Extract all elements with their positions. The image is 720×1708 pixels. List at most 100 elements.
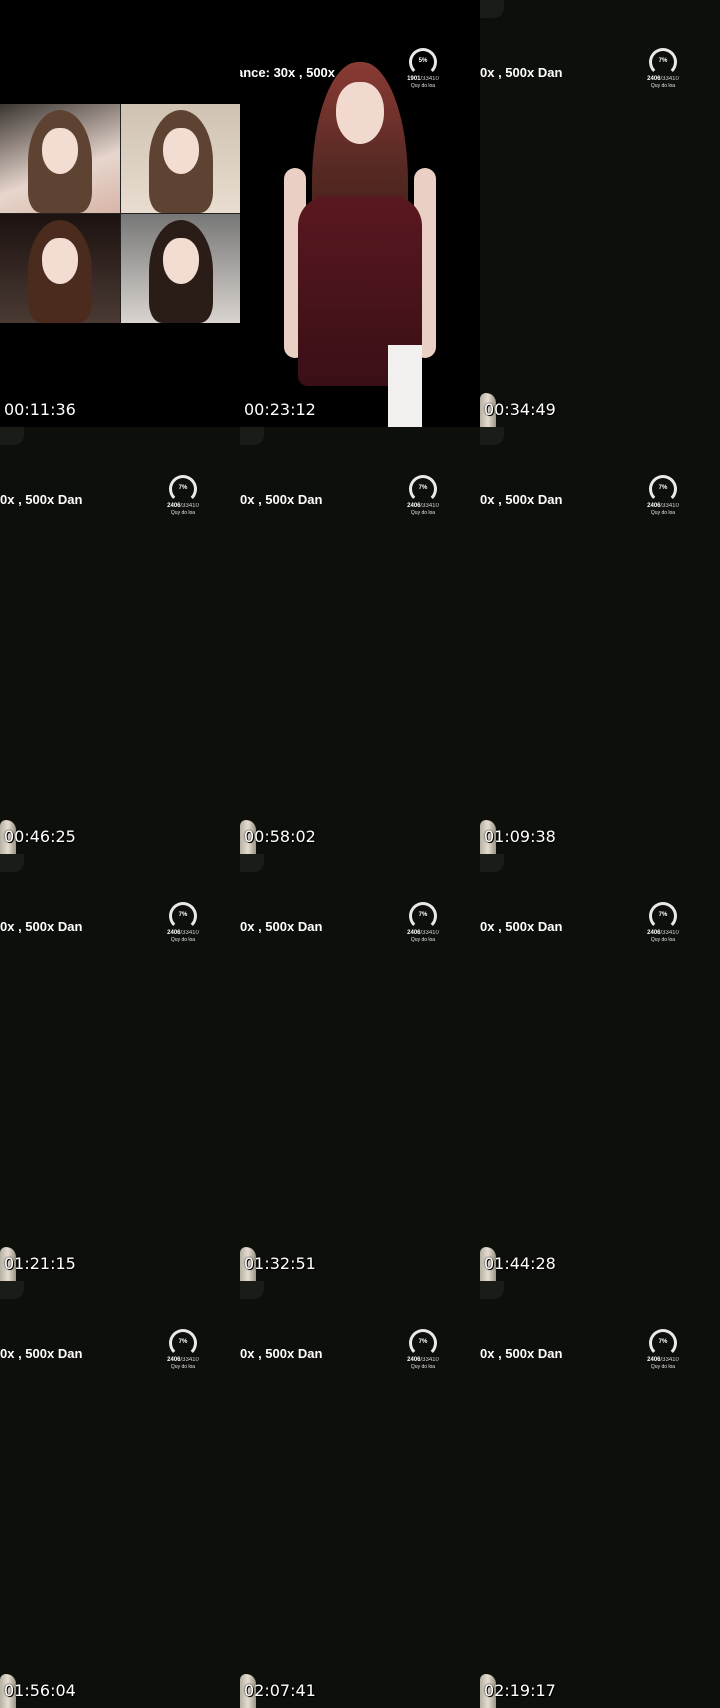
gauge-count-value: 2406 (167, 930, 181, 936)
scrolling-banner-text: 0x , 500x Dan (480, 1346, 563, 1361)
gauge-percent: 5% (418, 58, 428, 64)
scrolling-banner-text: 0x , 500x Dan (0, 919, 83, 934)
frame-timestamp: 02:19:17 (484, 1681, 556, 1700)
gauge-label: Quy do loa (410, 1364, 436, 1370)
gauge-label: Quy do loa (410, 937, 436, 943)
goal-gauge: 7% 2406/33410 Quy do loa (400, 475, 446, 519)
gauge-count-total: /33410 (660, 76, 679, 82)
goal-gauge: 5% 1901/33410 Quy do loa (400, 48, 446, 92)
video-frame-thumbnail[interactable]: 00:11:36 (0, 0, 240, 427)
scrolling-banner-text: 0x , 500x Dan (480, 919, 563, 934)
gauge-count-total: /33410 (180, 503, 199, 509)
gauge-label: Quy do loa (650, 937, 676, 943)
gauge-count: 2406/33410 (160, 930, 206, 937)
gauge-count-total: /33410 (180, 930, 199, 936)
background-shadow (480, 427, 504, 445)
gauge-percent: 7% (658, 1339, 668, 1345)
video-frame-thumbnail[interactable]: 0x , 500x Dan 7% 2406/33410 Quy do loa 01:32… (240, 854, 480, 1281)
gauge-count-total: /33410 (660, 1357, 679, 1363)
gauge-count-value: 2406 (167, 1357, 181, 1363)
gauge-percent: 7% (418, 485, 428, 491)
gauge-ring-icon: 7% (169, 1329, 197, 1357)
gauge-count-total: /33410 (420, 76, 439, 82)
gauge-count: 2406/33410 (640, 1357, 686, 1364)
background-shadow (240, 427, 264, 445)
video-frame-thumbnail[interactable]: 0x , 500x Dan 7% 2406/33410 Quy do loa 02:19… (480, 1281, 720, 1708)
collage-tile (0, 214, 120, 323)
goal-gauge: 7% 2406/33410 Quy do loa (640, 48, 686, 92)
gauge-count-total: /33410 (420, 1357, 439, 1363)
video-frame-thumbnail[interactable]: 0x , 500x Dan 7% 2406/33410 Quy do loa 00:34… (480, 0, 720, 427)
gauge-ring-icon: 7% (649, 48, 677, 76)
face-shape (163, 238, 199, 284)
gauge-count-value: 2406 (647, 930, 661, 936)
gauge-percent: 7% (658, 485, 668, 491)
gauge-count-value: 1901 (407, 76, 421, 82)
goal-gauge: 7% 2406/33410 Quy do loa (640, 1329, 686, 1373)
gauge-percent: 7% (418, 912, 428, 918)
gauge-count: 2406/33410 (640, 503, 686, 510)
gauge-ring-icon: 7% (409, 902, 437, 930)
scrolling-banner-text: 0x , 500x Dan (480, 492, 563, 507)
video-frame-thumbnail[interactable]: 0x , 500x Dan 7% 2406/33410 Quy do loa 01:09… (480, 427, 720, 854)
frame-timestamp: 00:58:02 (244, 827, 316, 846)
goal-gauge: 7% 2406/33410 Quy do loa (400, 1329, 446, 1373)
gauge-label: Quy do loa (170, 510, 196, 516)
background-shadow (0, 854, 24, 872)
scrolling-banner-text: 0x , 500x Dan (240, 492, 323, 507)
gauge-percent: 7% (658, 912, 668, 918)
background-shadow (0, 427, 24, 445)
gauge-ring-icon: 7% (409, 1329, 437, 1357)
gauge-count: 2406/33410 (160, 1357, 206, 1364)
gauge-count: 1901/33410 (400, 76, 446, 83)
video-frame-thumbnail[interactable]: ance: 30x , 500x 5% 1901/33410 Quy do loa 00… (240, 0, 480, 427)
goal-gauge: 7% 2406/33410 Quy do loa (640, 475, 686, 519)
background-shadow (0, 1281, 24, 1299)
frame-timestamp: 00:23:12 (244, 400, 316, 419)
video-frame-thumbnail[interactable]: 0x , 500x Dan 7% 2406/33410 Quy do loa 01:21… (0, 854, 240, 1281)
gauge-percent: 7% (178, 1339, 188, 1345)
gauge-ring-icon: 7% (169, 475, 197, 503)
webcam-collage (0, 104, 240, 323)
scrolling-banner-text: 0x , 500x Dan (240, 1346, 323, 1361)
frame-timestamp: 01:44:28 (484, 1254, 556, 1273)
gauge-ring-icon: 7% (409, 475, 437, 503)
gauge-label: Quy do loa (650, 83, 676, 89)
thumbnail-grid: 00:11:36 ance: 30x , 500x 5% 1901/33410 Quy … (0, 0, 720, 1708)
video-frame-thumbnail[interactable]: 0x , 500x Dan 7% 2406/33410 Quy do loa 02:07… (240, 1281, 480, 1708)
collage-tile (121, 104, 240, 213)
frame-timestamp: 01:32:51 (244, 1254, 316, 1273)
gauge-label: Quy do loa (650, 1364, 676, 1370)
gauge-count-total: /33410 (660, 930, 679, 936)
scrolling-banner-text: 0x , 500x Dan (240, 919, 323, 934)
frame-timestamp: 01:21:15 (4, 1254, 76, 1273)
collage-tile (0, 104, 120, 213)
gauge-count-value: 2406 (167, 503, 181, 509)
gauge-count-total: /33410 (660, 503, 679, 509)
gauge-label: Quy do loa (170, 1364, 196, 1370)
gauge-percent: 7% (658, 58, 668, 64)
gauge-count: 2406/33410 (640, 76, 686, 83)
goal-gauge: 7% 2406/33410 Quy do loa (640, 902, 686, 946)
gauge-count-total: /33410 (180, 1357, 199, 1363)
gauge-ring-icon: 5% (409, 48, 437, 76)
frame-timestamp: 01:09:38 (484, 827, 556, 846)
gauge-count-value: 2406 (407, 1357, 421, 1363)
background-shadow (480, 854, 504, 872)
gauge-label: Quy do loa (650, 510, 676, 516)
video-frame-thumbnail[interactable]: 0x , 500x Dan 7% 2406/33410 Quy do loa 00:58… (240, 427, 480, 854)
gauge-count-value: 2406 (647, 76, 661, 82)
gauge-count: 2406/33410 (400, 1357, 446, 1364)
scrolling-banner-text: 0x , 500x Dan (480, 65, 563, 80)
gauge-count: 2406/33410 (640, 930, 686, 937)
gauge-count-value: 2406 (407, 930, 421, 936)
collage-tile (121, 214, 240, 323)
dancer-leg (388, 345, 422, 427)
video-frame-thumbnail[interactable]: 0x , 500x Dan 7% 2406/33410 Quy do loa 01:44… (480, 854, 720, 1281)
gauge-count: 2406/33410 (160, 503, 206, 510)
video-frame-thumbnail[interactable]: 0x , 500x Dan 7% 2406/33410 Quy do loa 01:56… (0, 1281, 240, 1708)
video-frame-thumbnail[interactable]: 0x , 500x Dan 7% 2406/33410 Quy do loa 00:46… (0, 427, 240, 854)
gauge-percent: 7% (418, 1339, 428, 1345)
frame-timestamp: 01:56:04 (4, 1681, 76, 1700)
gauge-percent: 7% (178, 912, 188, 918)
